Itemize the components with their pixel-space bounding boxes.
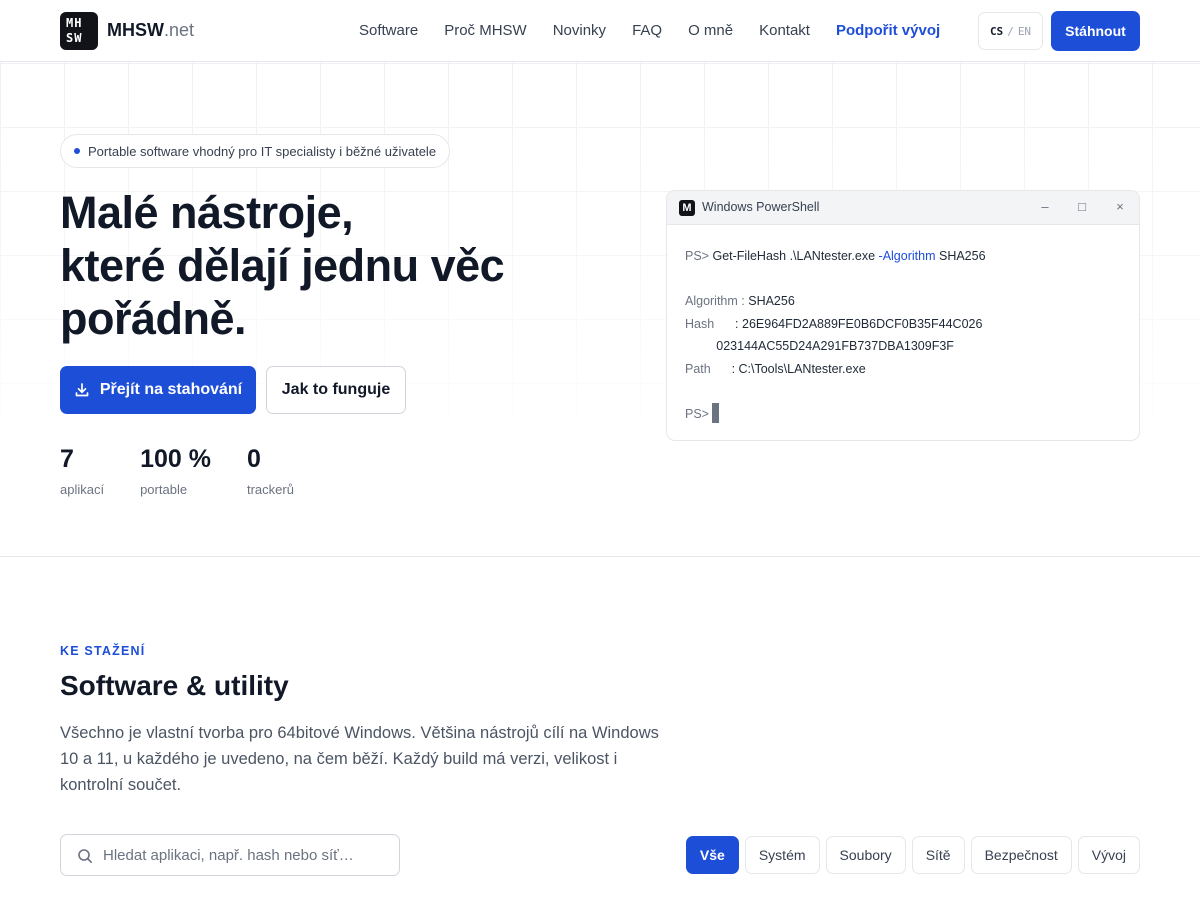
terminal-algorithm-line: Algorithm : SHA256 xyxy=(685,290,986,313)
hash-sep: : xyxy=(735,316,739,331)
logo[interactable]: MH SW xyxy=(60,12,98,50)
hero-title-line-3: pořádně. xyxy=(60,293,247,344)
nav-item-faq[interactable]: FAQ xyxy=(632,22,662,39)
hero-title-line-1: Malé nástroje, xyxy=(60,187,354,238)
terminal-cursor xyxy=(711,402,719,423)
hero-title: Malé nástroje, které dělají jednu věc po… xyxy=(60,186,505,345)
path-value: : C:\Tools\LANtester.exe xyxy=(731,361,866,376)
top-navbar: MH SW MHSW.net Software Proč MHSW Novink… xyxy=(0,0,1200,62)
pill-text: Portable software vhodný pro IT speciali… xyxy=(88,143,437,159)
algorithm-value: SHA256 xyxy=(748,294,795,308)
terminal-final-line: PS> xyxy=(685,402,986,426)
go-to-download-label: Přejít na stahování xyxy=(99,381,243,398)
stat-apps-label: aplikací xyxy=(60,482,105,497)
terminal-final-prompt: PS> xyxy=(685,406,709,421)
powershell-window: M Windows PowerShell – □ × PS> Get-FileH… xyxy=(666,190,1140,441)
go-to-download-button[interactable]: Přejít na stahování xyxy=(60,366,256,414)
hero-stats: 7 aplikací 100 % portable 0 trackerů xyxy=(60,445,330,497)
terminal-output: PS> Get-FileHash .\LANtester.exe -Algori… xyxy=(685,245,986,425)
section-description: Všechno je vlastní tvorba pro 64bitové W… xyxy=(60,724,659,794)
hero-pill: Portable software vhodný pro IT speciali… xyxy=(60,134,451,168)
filter-development[interactable]: Vývoj xyxy=(1077,836,1140,874)
filter-all[interactable]: Vše xyxy=(685,836,739,874)
stat-trackers-label: trackerů xyxy=(246,482,294,497)
terminal-titlebar: M Windows PowerShell – □ × xyxy=(667,191,1139,225)
download-button[interactable]: Stáhnout xyxy=(1051,11,1140,51)
nav-item-o-mne[interactable]: O mně xyxy=(688,22,733,39)
filter-networks[interactable]: Sítě xyxy=(911,836,965,874)
stat-portable: 100 % portable xyxy=(140,445,211,497)
terminal-app-icon: M xyxy=(679,200,695,216)
logo-line-1: MH xyxy=(66,16,83,30)
brand-name[interactable]: MHSW.net xyxy=(107,20,194,41)
stat-trackers-value: 0 xyxy=(246,445,261,473)
terminal-prompt: PS> xyxy=(685,249,709,263)
nav-item-software[interactable]: Software xyxy=(359,22,418,39)
search-input[interactable] xyxy=(103,835,393,875)
section-title: Software & utility xyxy=(60,670,289,701)
filter-security[interactable]: Bezpečnost xyxy=(970,836,1072,874)
search-box xyxy=(60,834,400,876)
terminal-flag: -Algorithm xyxy=(878,249,936,263)
algorithm-key: Algorithm : xyxy=(685,294,745,308)
terminal-arg: SHA256 xyxy=(938,249,986,263)
hash-value-1: 26E964FD2A889FE0B6DCF0B35F44C026 xyxy=(742,316,983,331)
terminal-hash-line-2: 023144AC55D24A291FB737DBA1309F3F xyxy=(685,335,986,358)
terminal-command-line: PS> Get-FileHash .\LANtester.exe -Algori… xyxy=(685,245,986,268)
terminal-command: Get-FileHash .\LANtester.exe xyxy=(712,249,876,263)
maximize-icon[interactable]: □ xyxy=(1074,199,1090,214)
terminal-title: Windows PowerShell xyxy=(702,200,820,214)
stat-apps: 7 aplikací xyxy=(60,445,104,497)
main-menu: Software Proč MHSW Novinky FAQ O mně Kon… xyxy=(359,22,966,39)
brand-tld: .net xyxy=(164,20,195,40)
lang-other[interactable]: EN xyxy=(1018,25,1031,38)
stat-portable-label: portable xyxy=(140,482,188,497)
hash-value-2: 023144AC55D24A291FB737DBA1309F3F xyxy=(716,339,954,353)
language-switcher[interactable]: CS / EN xyxy=(978,12,1043,50)
hash-key: Hash xyxy=(685,316,715,331)
stat-portable-value: 100 % xyxy=(140,445,211,473)
pill-dot-icon xyxy=(74,148,80,154)
search-icon xyxy=(78,849,92,863)
stat-apps-value: 7 xyxy=(60,445,74,473)
category-filters: Vše Systém Soubory Sítě Bezpečnost Vývoj xyxy=(685,836,1140,874)
nav-item-proc-mhsw[interactable]: Proč MHSW xyxy=(444,22,527,39)
logo-line-2: SW xyxy=(66,31,83,45)
nav-item-novinky[interactable]: Novinky xyxy=(553,22,606,39)
filter-files[interactable]: Soubory xyxy=(825,836,906,874)
lang-separator: / xyxy=(1007,24,1014,38)
hero-section: Portable software vhodný pro IT speciali… xyxy=(0,62,1200,557)
how-it-works-button[interactable]: Jak to funguje xyxy=(266,366,406,414)
download-icon xyxy=(75,383,89,397)
stat-trackers: 0 trackerů xyxy=(247,445,294,497)
terminal-path-line: Path : C:\Tools\LANtester.exe xyxy=(685,358,986,381)
nav-item-support[interactable]: Podpořit vývoj xyxy=(836,22,940,39)
section-eyebrow: KE STAŽENÍ xyxy=(60,644,146,658)
nav-item-kontakt[interactable]: Kontakt xyxy=(759,22,810,39)
terminal-hash-line: Hash : 26E964FD2A889FE0B6DCF0B35F44C026 xyxy=(685,313,986,336)
path-key: Path xyxy=(685,361,711,376)
lang-current[interactable]: CS xyxy=(990,25,1003,38)
filter-system[interactable]: Systém xyxy=(744,836,820,874)
close-icon[interactable]: × xyxy=(1112,199,1128,214)
brand-main: MHSW xyxy=(107,20,164,40)
hero-title-line-2: které dělají jednu věc xyxy=(60,240,505,291)
minimize-icon[interactable]: – xyxy=(1037,199,1053,214)
